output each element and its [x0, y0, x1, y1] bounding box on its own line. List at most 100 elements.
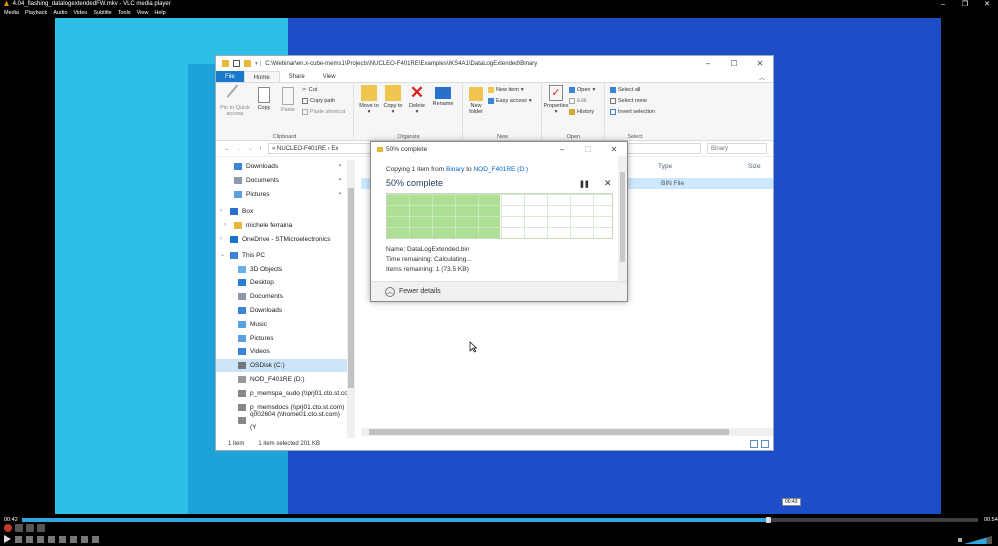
sidebar-item[interactable]: Downloads [216, 304, 348, 317]
menu-playback[interactable]: Playback [25, 10, 47, 18]
pin-quick-access-button[interactable]: Pin to Quick access [218, 84, 252, 117]
open-button[interactable]: Open ▾ [569, 87, 595, 93]
seek-handle[interactable] [765, 517, 771, 523]
copy-to-button[interactable]: Copy to ▾ [381, 85, 405, 115]
copy-dialog-maximize-icon[interactable]: ☐ [575, 145, 601, 154]
sidebar-item[interactable]: Documents ✦ [216, 174, 348, 187]
sidebar-item[interactable]: p_memspa_sudo (\\prj01.cto.st.co [216, 387, 348, 400]
previous-icon[interactable] [15, 535, 22, 543]
shuffle-icon[interactable] [92, 535, 99, 543]
destination-link[interactable]: NOD_F401RE (D:) [473, 166, 528, 173]
pin-icon[interactable]: ✦ [338, 174, 342, 187]
pin-icon[interactable]: ✦ [338, 188, 342, 201]
properties-quick-icon[interactable] [233, 60, 240, 67]
new-folder-button[interactable]: New folder [466, 87, 486, 115]
up-arrow-icon[interactable]: ↑ [259, 146, 262, 152]
column-header-size[interactable]: Size [748, 163, 761, 170]
expand-chevron-icon[interactable]: ⌄ [220, 249, 225, 262]
tab-home[interactable]: Home [243, 71, 280, 82]
tab-view[interactable]: View [314, 71, 345, 82]
sidebar-item[interactable]: Videos [216, 345, 348, 358]
copy-button[interactable]: Copy [254, 87, 274, 111]
sidebar-item[interactable]: Downloads ✦ [216, 160, 348, 173]
seek-bar[interactable] [22, 517, 978, 523]
fewer-details-button[interactable]: ︿ Fewer details [371, 281, 627, 301]
menu-tools[interactable]: Tools [118, 10, 131, 18]
expand-chevron-icon[interactable]: › [220, 233, 222, 246]
cancel-copy-button[interactable]: ✕ [604, 178, 612, 189]
sidebar-item[interactable]: Pictures [216, 332, 348, 345]
recent-dropdown-icon[interactable]: ⌄ [248, 145, 253, 152]
new-folder-quick-icon[interactable] [244, 60, 251, 67]
sidebar-item[interactable]: 3D Objects [216, 263, 348, 276]
fullscreen-icon[interactable] [48, 535, 55, 543]
quick-access-dropdown-icon[interactable]: ▾ | [255, 60, 261, 67]
expand-chevron-icon[interactable]: › [224, 219, 226, 232]
sidebar-item[interactable]: Desktop [216, 276, 348, 289]
loop-icon[interactable] [81, 535, 88, 543]
sidebar-item[interactable]: › OneDrive - STMicroelectronics [216, 233, 348, 246]
pause-button[interactable]: ❚❚ [579, 180, 590, 188]
delete-button[interactable]: ✕ Delete ▾ [405, 84, 429, 115]
menu-media[interactable]: Media [4, 10, 19, 18]
paste-button[interactable]: Paste [276, 87, 300, 113]
nav-scrollbar[interactable] [347, 160, 355, 438]
copy-path-button[interactable]: Copy path [302, 98, 335, 104]
sidebar-item[interactable]: › michele ferraina [216, 219, 348, 232]
cut-button[interactable]: ✂ Cut [302, 87, 317, 93]
source-link[interactable]: Binary [446, 166, 464, 173]
record-icon[interactable] [4, 524, 12, 532]
copy-dialog-scroll-thumb[interactable] [620, 172, 625, 262]
history-button[interactable]: History [569, 109, 594, 115]
horizontal-scrollbar[interactable] [361, 428, 773, 436]
tab-share[interactable]: Share [280, 71, 314, 82]
search-input[interactable]: Binary [707, 143, 767, 154]
menu-help[interactable]: Help [154, 10, 165, 18]
column-header-type[interactable]: Type [658, 163, 672, 170]
close-icon[interactable]: ✕ [976, 0, 998, 9]
details-view-icon[interactable] [750, 440, 758, 448]
copy-dialog-scrollbar[interactable] [618, 156, 627, 281]
large-icons-view-icon[interactable] [761, 440, 769, 448]
frame-step-icon[interactable] [37, 524, 45, 532]
easy-access-button[interactable]: Easy access ▾ [488, 98, 532, 104]
new-item-button[interactable]: New item ▾ [488, 87, 524, 93]
nav-scroll-thumb[interactable] [348, 188, 354, 388]
elapsed-time[interactable]: 00:42 [4, 517, 18, 523]
total-time[interactable]: 00:54 [984, 517, 998, 523]
next-icon[interactable] [37, 535, 44, 543]
explorer-minimize-icon[interactable]: – [695, 59, 721, 68]
snapshot-icon[interactable] [15, 524, 23, 532]
invert-selection-button[interactable]: Invert selection [610, 109, 655, 115]
select-none-button[interactable]: Select none [610, 98, 647, 104]
sidebar-item[interactable]: ⌄ This PC [216, 249, 348, 262]
rename-button[interactable]: Rename [429, 85, 457, 107]
loop-ab-icon[interactable] [26, 524, 34, 532]
explorer-close-icon[interactable]: ✕ [747, 59, 773, 68]
select-all-button[interactable]: Select all [610, 87, 640, 93]
paste-shortcut-button[interactable]: Paste shortcut [302, 109, 345, 115]
expand-chevron-icon[interactable]: › [220, 205, 222, 218]
copy-dialog-close-icon[interactable]: ✕ [601, 145, 627, 154]
menu-video[interactable]: Video [73, 10, 87, 18]
sidebar-item[interactable]: NOD_F401RE (D:) [216, 373, 348, 386]
volume-slider[interactable] [958, 536, 992, 544]
minimize-icon[interactable]: – [932, 0, 954, 9]
hscroll-thumb[interactable] [369, 429, 729, 435]
move-to-button[interactable]: Move to ▾ [357, 85, 381, 115]
playlist-icon[interactable] [70, 535, 77, 543]
sidebar-item[interactable]: › Box [216, 205, 348, 218]
back-arrow-icon[interactable]: ← [224, 146, 230, 152]
sidebar-item[interactable]: Music [216, 318, 348, 331]
edit-button[interactable]: Edit [569, 98, 586, 104]
menu-view[interactable]: View [137, 10, 149, 18]
maximize-icon[interactable]: ❐ [954, 0, 976, 9]
tab-file[interactable]: File [216, 71, 244, 82]
sidebar-item[interactable]: Pictures ✦ [216, 188, 348, 201]
collapse-ribbon-icon[interactable]: ︿ [759, 73, 765, 82]
explorer-maximize-icon[interactable]: ☐ [721, 59, 747, 68]
copy-dialog-minimize-icon[interactable]: – [549, 145, 575, 154]
stop-icon[interactable] [26, 535, 33, 543]
forward-arrow-icon[interactable]: → [236, 146, 242, 152]
pin-icon[interactable]: ✦ [338, 160, 342, 173]
